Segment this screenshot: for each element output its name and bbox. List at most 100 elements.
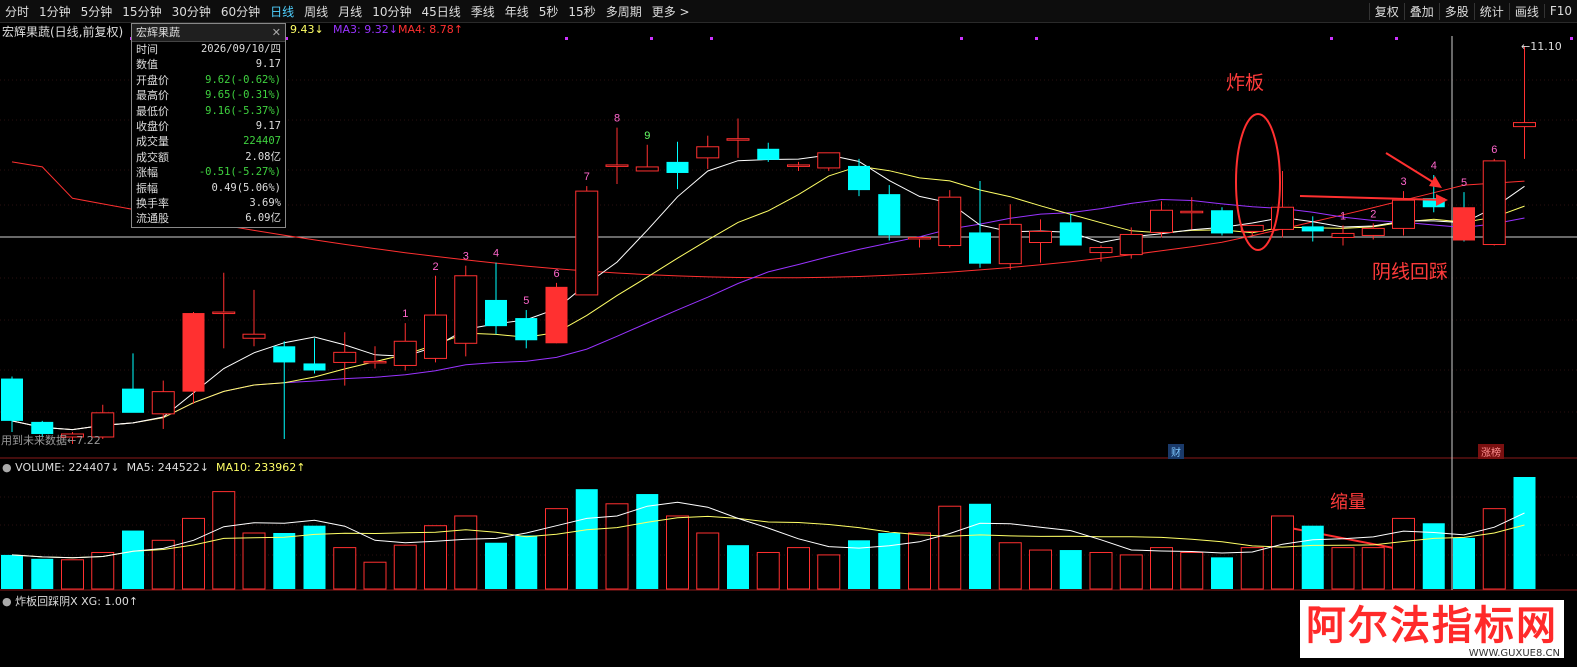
ma4-label: MA4: 8.78↑ — [398, 23, 463, 36]
watermark-url: WWW.GUXUE8.CN — [1468, 648, 1560, 659]
volume-bar — [1271, 515, 1294, 590]
info-panel-title: 宏辉果蔬 — [136, 26, 180, 39]
candle — [757, 148, 780, 160]
candle — [1211, 210, 1233, 234]
info-value: 2026/09/10/四 — [200, 43, 281, 55]
count-mark: 6 — [1491, 144, 1497, 156]
candle — [726, 138, 750, 141]
info-key: 成交量 — [136, 135, 169, 149]
volume-bar — [727, 545, 749, 589]
info-key: 换手率 — [136, 196, 169, 210]
count-mark: 2 — [432, 261, 438, 273]
info-key: 最高价 — [136, 89, 169, 103]
volume-bar — [61, 559, 84, 590]
signal-dot — [650, 37, 653, 40]
finance-tag[interactable]: 财 — [1168, 444, 1184, 459]
count-mark: 4 — [1431, 160, 1437, 172]
top-gainer-tag[interactable]: 涨榜 — [1478, 444, 1504, 459]
candle — [1482, 160, 1506, 246]
candle — [212, 311, 236, 315]
candle — [1301, 226, 1324, 232]
volume-bar — [31, 558, 54, 589]
signal-dot — [1035, 37, 1038, 40]
annotation-zhaban: 炸板 — [1226, 72, 1265, 94]
volume-bar — [969, 503, 991, 589]
volume-header: ● VOLUME: 224407↓ MA5: 244522↓ MA10: 233… — [2, 461, 306, 474]
volume-bar — [182, 517, 205, 590]
count-mark: 3 — [1400, 176, 1406, 188]
candle — [273, 346, 296, 363]
candle — [969, 232, 991, 264]
count-mark: 6 — [553, 268, 559, 280]
candle — [817, 152, 841, 169]
signal-dot — [710, 37, 713, 40]
arrow-line — [1385, 152, 1437, 185]
info-value: 9.17 — [255, 58, 281, 71]
candle — [122, 388, 144, 413]
volume-bar — [151, 539, 175, 590]
volume-bar — [242, 532, 266, 590]
candle — [787, 164, 810, 167]
candle — [363, 360, 387, 364]
volume-bar — [1301, 525, 1324, 589]
info-row: 收盘价 9.17 — [132, 119, 285, 134]
info-value: 3.69% — [249, 196, 281, 209]
candle — [1331, 232, 1355, 238]
info-value: 9.17 — [255, 119, 281, 132]
candle — [1361, 227, 1385, 236]
candle — [1029, 230, 1052, 244]
volume-bar — [817, 554, 841, 590]
info-row: 最低价 9.16(-5.37%) — [132, 104, 285, 119]
volume-bar — [1482, 508, 1506, 590]
candle — [938, 196, 962, 247]
candle — [635, 166, 659, 172]
ma3-line — [11, 198, 1525, 431]
info-key: 开盘价 — [136, 73, 169, 87]
low-price-label: 7.22 — [76, 434, 101, 447]
signal-dot — [960, 37, 963, 40]
volume-bar — [485, 542, 507, 589]
count-mark: 4 — [493, 248, 499, 260]
volume-bar — [998, 542, 1022, 590]
volume-bar — [1240, 547, 1264, 590]
candle — [1392, 199, 1415, 229]
arrow-line — [1299, 195, 1445, 201]
count-mark: 1 — [1340, 210, 1346, 222]
info-value: 6.09亿 — [245, 212, 281, 225]
signal-dot — [565, 37, 568, 40]
info-row: 时间 2026/09/10/四 — [132, 42, 285, 57]
count-mark: 2 — [1370, 208, 1376, 220]
volume-bar — [938, 505, 962, 590]
volume-bar — [1180, 551, 1204, 590]
quote-info-panel: 宏辉果蔬 ✕ 时间 2026/09/10/四 数值 9.17 开盘价 9.62(-0.62… — [131, 23, 286, 228]
volume-bar — [1211, 557, 1233, 589]
info-key: 时间 — [136, 43, 158, 56]
candle — [393, 340, 417, 366]
close-icon[interactable]: ✕ — [272, 24, 281, 41]
volume-bar — [1150, 547, 1173, 590]
info-key: 最低价 — [136, 104, 169, 118]
info-row: 开盘价 9.62(-0.62%) — [132, 73, 285, 88]
info-value: 0.49(5.06%) — [211, 181, 281, 194]
candle — [1119, 233, 1143, 256]
volume-bar — [666, 515, 689, 590]
candle — [303, 363, 326, 371]
volume-toggle-icon[interactable]: ● — [2, 461, 12, 474]
count-mark: 7 — [584, 171, 590, 183]
volume-bar — [273, 533, 296, 589]
count-mark: 5 — [1461, 177, 1467, 189]
candle — [575, 190, 599, 296]
volume-bar — [1392, 517, 1415, 590]
candle — [1089, 247, 1113, 254]
volume-bar — [1089, 551, 1113, 590]
volume-bar — [878, 533, 901, 589]
info-value: 9.65(-0.31%) — [205, 89, 281, 102]
stock-title: 宏辉果蔬(日线,前复权) — [2, 25, 124, 39]
indicator-toggle-icon[interactable]: ● — [2, 595, 12, 608]
volume-bar — [424, 525, 447, 590]
volume-bar — [515, 535, 538, 589]
info-row: 流通股 6.09亿 — [132, 211, 285, 226]
volume-bar — [363, 561, 387, 590]
info-value: 9.62(-0.62%) — [205, 73, 281, 86]
volume-bar — [545, 508, 568, 590]
